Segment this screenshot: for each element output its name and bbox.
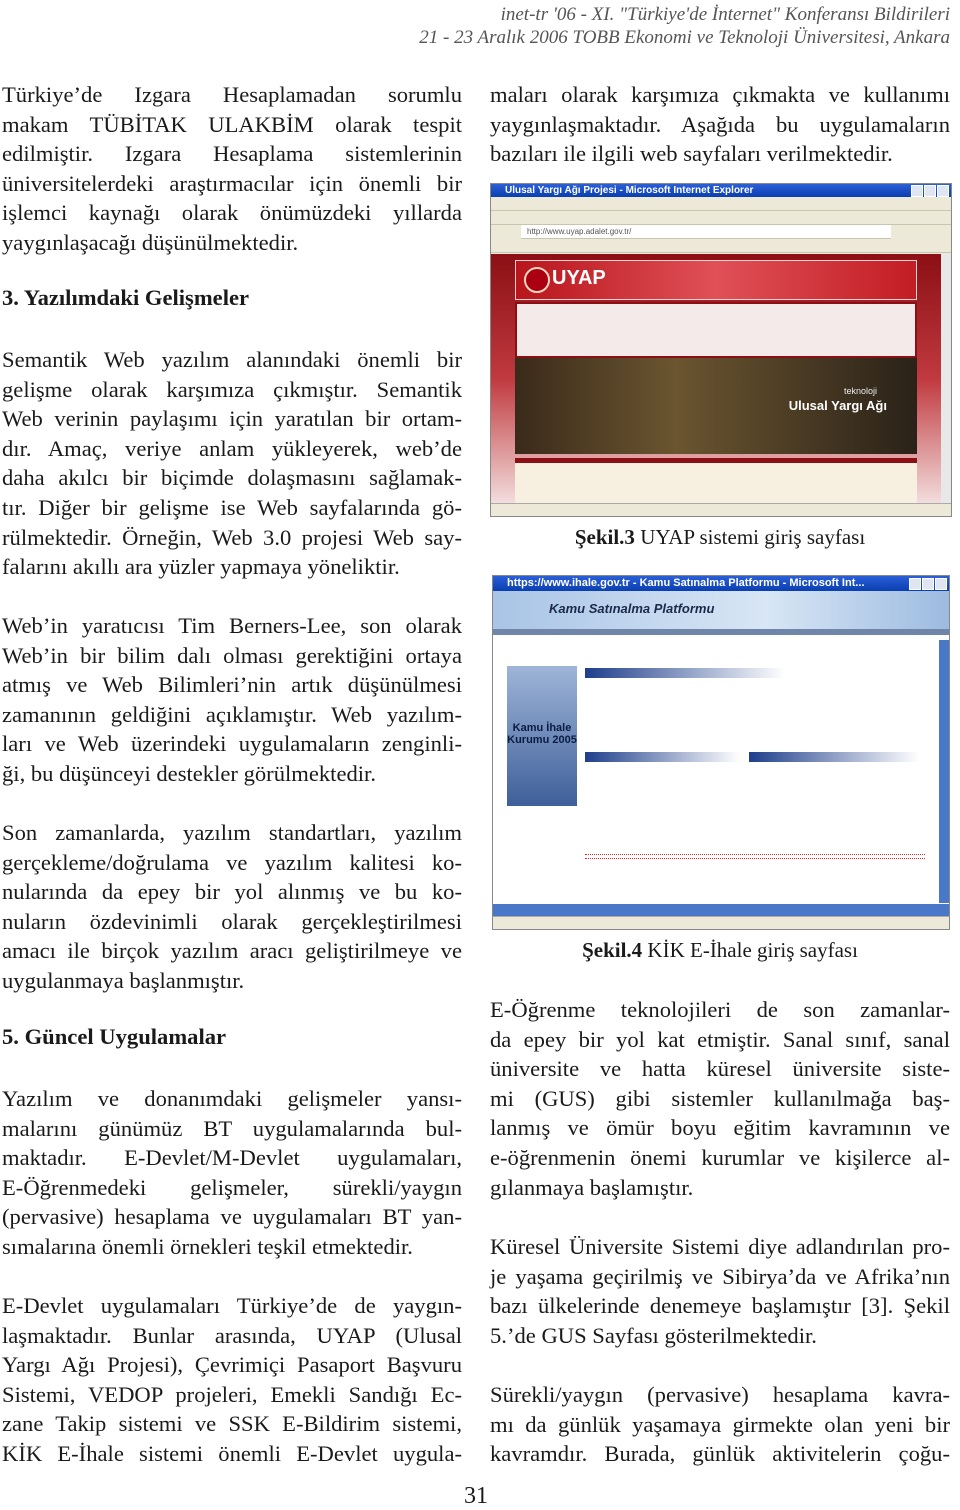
text-line: yaygınlaşacağı düşünülmektedir. — [2, 229, 299, 255]
text-line: E-Öğrenmedeki gelişmeler, sürekli/yaygın — [2, 1174, 462, 1200]
text-line: e-öğrenmenin önemi kurumlar ve kişilerce… — [490, 1144, 950, 1170]
paragraph: E-Devlet uygulamaları Türkiye’de de yayg… — [2, 1291, 462, 1469]
text-line: maktadır. E-Devlet/M-Devlet uygulamaları… — [2, 1145, 462, 1171]
text-line: amacı ile birçok yazılım aracı geliştiri… — [2, 938, 462, 964]
banner-text: teknoloji — [843, 386, 877, 396]
text-line: Sistemi, VEDOP projeleri, Emekli Sandığı… — [2, 1381, 462, 1407]
text-line: laşmaktadır. Bunlar arasında, UYAP (Ulus… — [2, 1322, 462, 1348]
toolbar — [491, 211, 951, 225]
text-line: mi (GUS) gibi sistemler kullanılmağa baş… — [490, 1085, 950, 1111]
text-line: je yaşama geçirilmiş ve Sibirya’da ve Af… — [490, 1263, 950, 1289]
text-line: atmış ve Web Bilimleri’nin artık düşünül… — [2, 672, 462, 698]
paragraph: E-Öğrenme teknolojileri de son zamanlar-… — [490, 995, 950, 1202]
site-title: Kamu Satınalma Platformu — [549, 601, 715, 616]
page-number: 31 — [464, 1483, 488, 1509]
text-line: zamanının geldiğini açıklamıştır. Web ya… — [2, 701, 462, 727]
status-bar — [491, 503, 951, 516]
text-line: gılanmaya başlamıştır. — [490, 1174, 694, 1200]
text-line: bazı ülkelerinde denemeye başlamıştır [3… — [490, 1293, 950, 1319]
header-line-2: 21 - 23 Aralık 2006 TOBB Ekonomi ve Tekn… — [419, 27, 950, 48]
text-line: dır. Amaç, veriye anlam yükleyerek, web’… — [2, 435, 462, 461]
text-line: falarını akıllı ara yüzler yapmaya yönel… — [2, 554, 400, 580]
horizontal-scrollbar — [493, 904, 949, 916]
banner-title: Ulusal Yargı Ağı — [788, 398, 887, 413]
text-line: da epey bir yol kat etmiştir. Sanal sını… — [490, 1026, 950, 1052]
paragraph: Web’in yaratıcısı Tim Berners-Lee, son o… — [2, 611, 462, 789]
text-line: yaygınlaşmaktadır. Aşağıda bu uygulamala… — [490, 111, 950, 137]
paragraph: Sürekli/yaygın (pervasive) hesaplama kav… — [490, 1380, 950, 1469]
text-line: daha akılcı bir biçimde dolaşmasını sağl… — [2, 465, 462, 491]
text-line: Yargı Ağı Projesi), Çevrimiçi Pasaport B… — [2, 1352, 462, 1378]
text-line: işlemci kaynağı olarak önümüzdeki yıllar… — [2, 200, 462, 226]
text-line: gerçekleme/doğrulama ve yazılım kalitesi… — [2, 849, 462, 875]
paragraph: Semantik Web yazılım alanındaki önemli b… — [2, 345, 462, 582]
figure-kik-screenshot: https://www.ihale.gov.tr - Kamu Satınalm… — [492, 575, 950, 930]
links-bar — [491, 239, 951, 253]
text-line: tır. Diğer bir gelişme ise Web sayfaları… — [2, 494, 462, 520]
scrollbar — [939, 640, 949, 903]
paragraph: Son zamanlarda, yazılım standartları, ya… — [2, 818, 462, 996]
uyap-logo: UYAP — [552, 267, 606, 289]
figure-uyap-screenshot: Ulusal Yargı Ağı Projesi - Microsoft Int… — [490, 183, 952, 517]
text-line: zane Takip sistemi ve SSK E-Bildirim sis… — [2, 1411, 462, 1437]
figure-caption: Şekil.3 UYAP sistemi giriş sayfası — [574, 525, 866, 549]
window-title: https://www.ihale.gov.tr - Kamu Satınalm… — [493, 576, 949, 591]
text-line: lanmış ve ömür boyu eğitim kavramının ve — [490, 1115, 950, 1141]
paragraph: Yazılım ve donanımdaki gelişmeler yansı-… — [2, 1084, 462, 1262]
window-title: Ulusal Yargı Ağı Projesi - Microsoft Int… — [491, 184, 951, 197]
scrollbar — [941, 254, 951, 504]
text-line: E-Öğrenme teknolojileri de son zamanlar- — [490, 997, 950, 1022]
text-line: nuların özdevinimli olarak gerçekleştiri… — [2, 908, 462, 934]
page-content: UYAP teknoloji Ulusal Yargı Ağı — [491, 254, 941, 509]
text-line: maları olarak karşımıza çıkmakta ve kull… — [490, 82, 950, 107]
figure-caption: Şekil.4 KİK E-İhale giriş sayfası — [582, 938, 858, 962]
text-line: uygulanmaya başlanmıştır. — [2, 967, 245, 993]
paragraph: Küresel Üniversite Sistemi diye adlandır… — [490, 1232, 950, 1350]
text-line: gelişme olarak karşımıza çıkmıştır. Sema… — [2, 376, 462, 402]
text-line: Yazılım ve donanımdaki gelişmeler yansı- — [2, 1086, 462, 1111]
text-line: 5.’de GUS Sayfası gösterilmektedir. — [490, 1322, 817, 1348]
paragraph: Türkiye’de Izgara Hesaplamadan sorumlu ma… — [2, 80, 462, 258]
text-line: kavramdır. Burada, günlük aktivitelerin … — [490, 1441, 950, 1467]
text-line: ları ve Web üzerindeki uygulamaların zen… — [2, 731, 462, 757]
menu-bar — [491, 197, 951, 211]
text-line: bazıları ile ilgili web sayfaları verilm… — [490, 141, 893, 167]
text-line: Web verinin paylaşımı için yaratılan bir… — [2, 406, 462, 432]
header-line-1: inet-tr '06 - XI. "Türkiye'de İnternet" … — [500, 4, 950, 25]
text-line: Sürekli/yaygın (pervasive) hesaplama kav… — [490, 1382, 950, 1407]
text-line: mı da günlük yaşamaya girmekte olan yeni… — [490, 1411, 950, 1437]
running-header: inet-tr '06 - XI. "Türkiye'de İnternet" … — [419, 3, 950, 49]
section-heading: 3. Yazılımdaki Gelişmeler — [2, 285, 250, 310]
text-line: Web’in bir bilim dalı olması gerektiğini… — [2, 642, 462, 668]
text-line: Web’in yaratıcısı Tim Berners-Lee, son o… — [2, 613, 462, 638]
text-line: üniversitelerdeki araştırmacılar için ön… — [2, 170, 462, 196]
text-line: nularında da epey bir yol alınmış ve bu … — [2, 879, 462, 905]
text-line: ği, bu düşünceyi destekler görülmektedir… — [2, 760, 376, 786]
section-heading: 5. Güncel Uygulamalar — [2, 1024, 227, 1049]
text-line: Türkiye’de Izgara Hesaplamadan sorumlu — [2, 82, 462, 107]
text-line: (pervasive) hesaplama ve uygulamaları BT… — [2, 1204, 462, 1230]
text-line: edilmiştir. Izgara Hesaplama sistemlerin… — [2, 141, 462, 167]
side-banner: Kamu İhale Kurumu 2005 — [507, 666, 577, 806]
text-line: Küresel Üniversite Sistemi diye adlandır… — [490, 1234, 950, 1259]
text-line: makam TÜBİTAK ULAKBİM olarak tespit — [2, 111, 462, 137]
text-line: sımalarına önemli örnekleri teşkil etmek… — [2, 1233, 413, 1259]
text-line: malarını günümüz BT uygulamalarında bul- — [2, 1115, 462, 1141]
text-line: E-Devlet uygulamaları Türkiye’de de yayg… — [2, 1293, 462, 1318]
address-bar: http://www.uyap.adalet.gov.tr/ — [521, 225, 891, 239]
text-line: üniversite ve hatta küresel üniversite s… — [490, 1056, 950, 1082]
text-line: Son zamanlarda, yazılım standartları, ya… — [2, 820, 462, 845]
paragraph: maları olarak karşımıza çıkmakta ve kull… — [490, 80, 950, 169]
text-line: rülmektedir. Örneğin, Web 3.0 projesi We… — [2, 524, 462, 550]
text-line: Semantik Web yazılım alanındaki önemli b… — [2, 347, 462, 372]
text-line: KİK E-İhale sistemi önemli E-Devlet uygu… — [2, 1440, 462, 1466]
status-bar — [493, 916, 949, 929]
